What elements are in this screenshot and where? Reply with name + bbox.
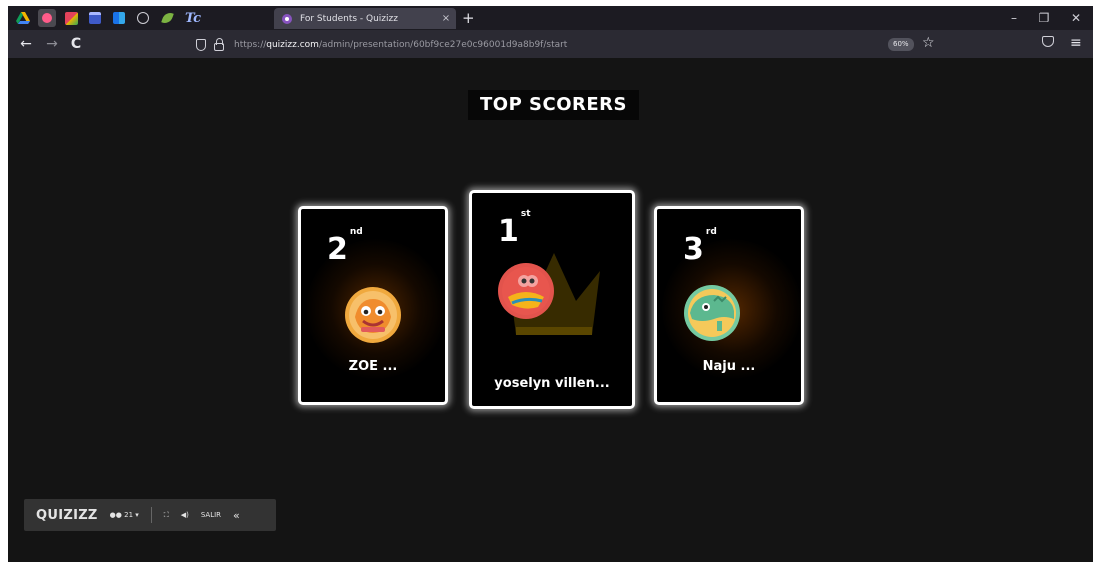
tab-bar: Tc For Students - Quizizz × + – ❐ ✕ [8, 6, 1093, 30]
presentation-page: TOP SCORERS 2nd ZOE ... 1 st yoselyn vil… [8, 58, 1093, 562]
player-name: ZOE ... [348, 359, 398, 374]
green-monster-avatar-icon [684, 285, 740, 341]
player-name: Naju ... [702, 359, 756, 374]
players-icon: ●● [109, 511, 125, 519]
close-window-button[interactable]: ✕ [1064, 9, 1088, 27]
leaf-icon[interactable] [158, 9, 176, 27]
exit-button[interactable]: SALIR [201, 511, 221, 519]
close-tab-icon[interactable]: × [436, 13, 456, 24]
tracking-protection-icon[interactable] [196, 38, 206, 51]
players-count-dropdown[interactable]: ●● 21 ▾ [110, 511, 139, 519]
volume-icon[interactable]: ◀) [181, 511, 189, 519]
tc-icon[interactable]: Tc [182, 9, 204, 27]
quizizz-logo: QUIZIZZ [36, 507, 98, 523]
url-text: https://quizizz.com/admin/presentation/6… [234, 39, 568, 50]
scorer-card-first: 1st yoselyn villen... [469, 190, 635, 409]
scorer-card-third: 3rd Naju ... [654, 206, 804, 405]
quizizz-control-bar: QUIZIZZ ●● 21 ▾ ⛶ ◀) SALIR « [24, 499, 276, 531]
lock-icon[interactable] [214, 37, 224, 51]
forward-button[interactable]: → [42, 35, 62, 53]
back-button[interactable]: ← [16, 35, 36, 53]
divider [150, 507, 152, 523]
calendar-icon[interactable] [86, 9, 104, 27]
collapse-icon[interactable]: « [233, 509, 240, 522]
google-drive-icon[interactable] [14, 9, 32, 27]
quizizz-favicon-icon [282, 13, 292, 24]
minimize-button[interactable]: – [1002, 9, 1026, 27]
hamburger-menu-icon[interactable]: ≡ [1070, 33, 1082, 53]
tab-title: For Students - Quizizz [300, 13, 398, 24]
player-name: yoselyn villen... [494, 376, 610, 391]
orange-monster-avatar-icon [345, 287, 401, 343]
tab-quizizz[interactable]: For Students - Quizizz × [274, 8, 456, 29]
globe-icon[interactable] [134, 9, 152, 27]
reload-button[interactable]: C [66, 35, 86, 53]
new-tab-button[interactable]: + [462, 8, 475, 28]
red-monster-avatar-icon [498, 263, 554, 319]
zoom-level-badge[interactable]: 60% [888, 38, 914, 51]
fullscreen-icon[interactable]: ⛶ [164, 511, 169, 520]
pocket-icon[interactable] [1042, 36, 1054, 47]
rank-label: 3rd [683, 227, 717, 267]
grid-app-icon[interactable] [110, 9, 128, 27]
scorer-card-second: 2nd ZOE ... [298, 206, 448, 405]
browser-window: Tc For Students - Quizizz × + – ❐ ✕ ← → … [8, 6, 1093, 562]
bookmark-star-icon[interactable]: ☆ [922, 34, 935, 52]
colorful-app-icon[interactable] [62, 9, 80, 27]
rank-label: 1st [498, 209, 531, 249]
address-bar[interactable]: https://quizizz.com/admin/presentation/6… [192, 35, 946, 54]
quizizz-pinned-icon[interactable] [38, 9, 56, 27]
page-title: TOP SCORERS [468, 90, 639, 120]
rank-label: 2nd [327, 227, 363, 267]
restore-button[interactable]: ❐ [1032, 9, 1056, 27]
navigation-bar: ← → C https://quizizz.com/admin/presenta… [8, 30, 1093, 58]
